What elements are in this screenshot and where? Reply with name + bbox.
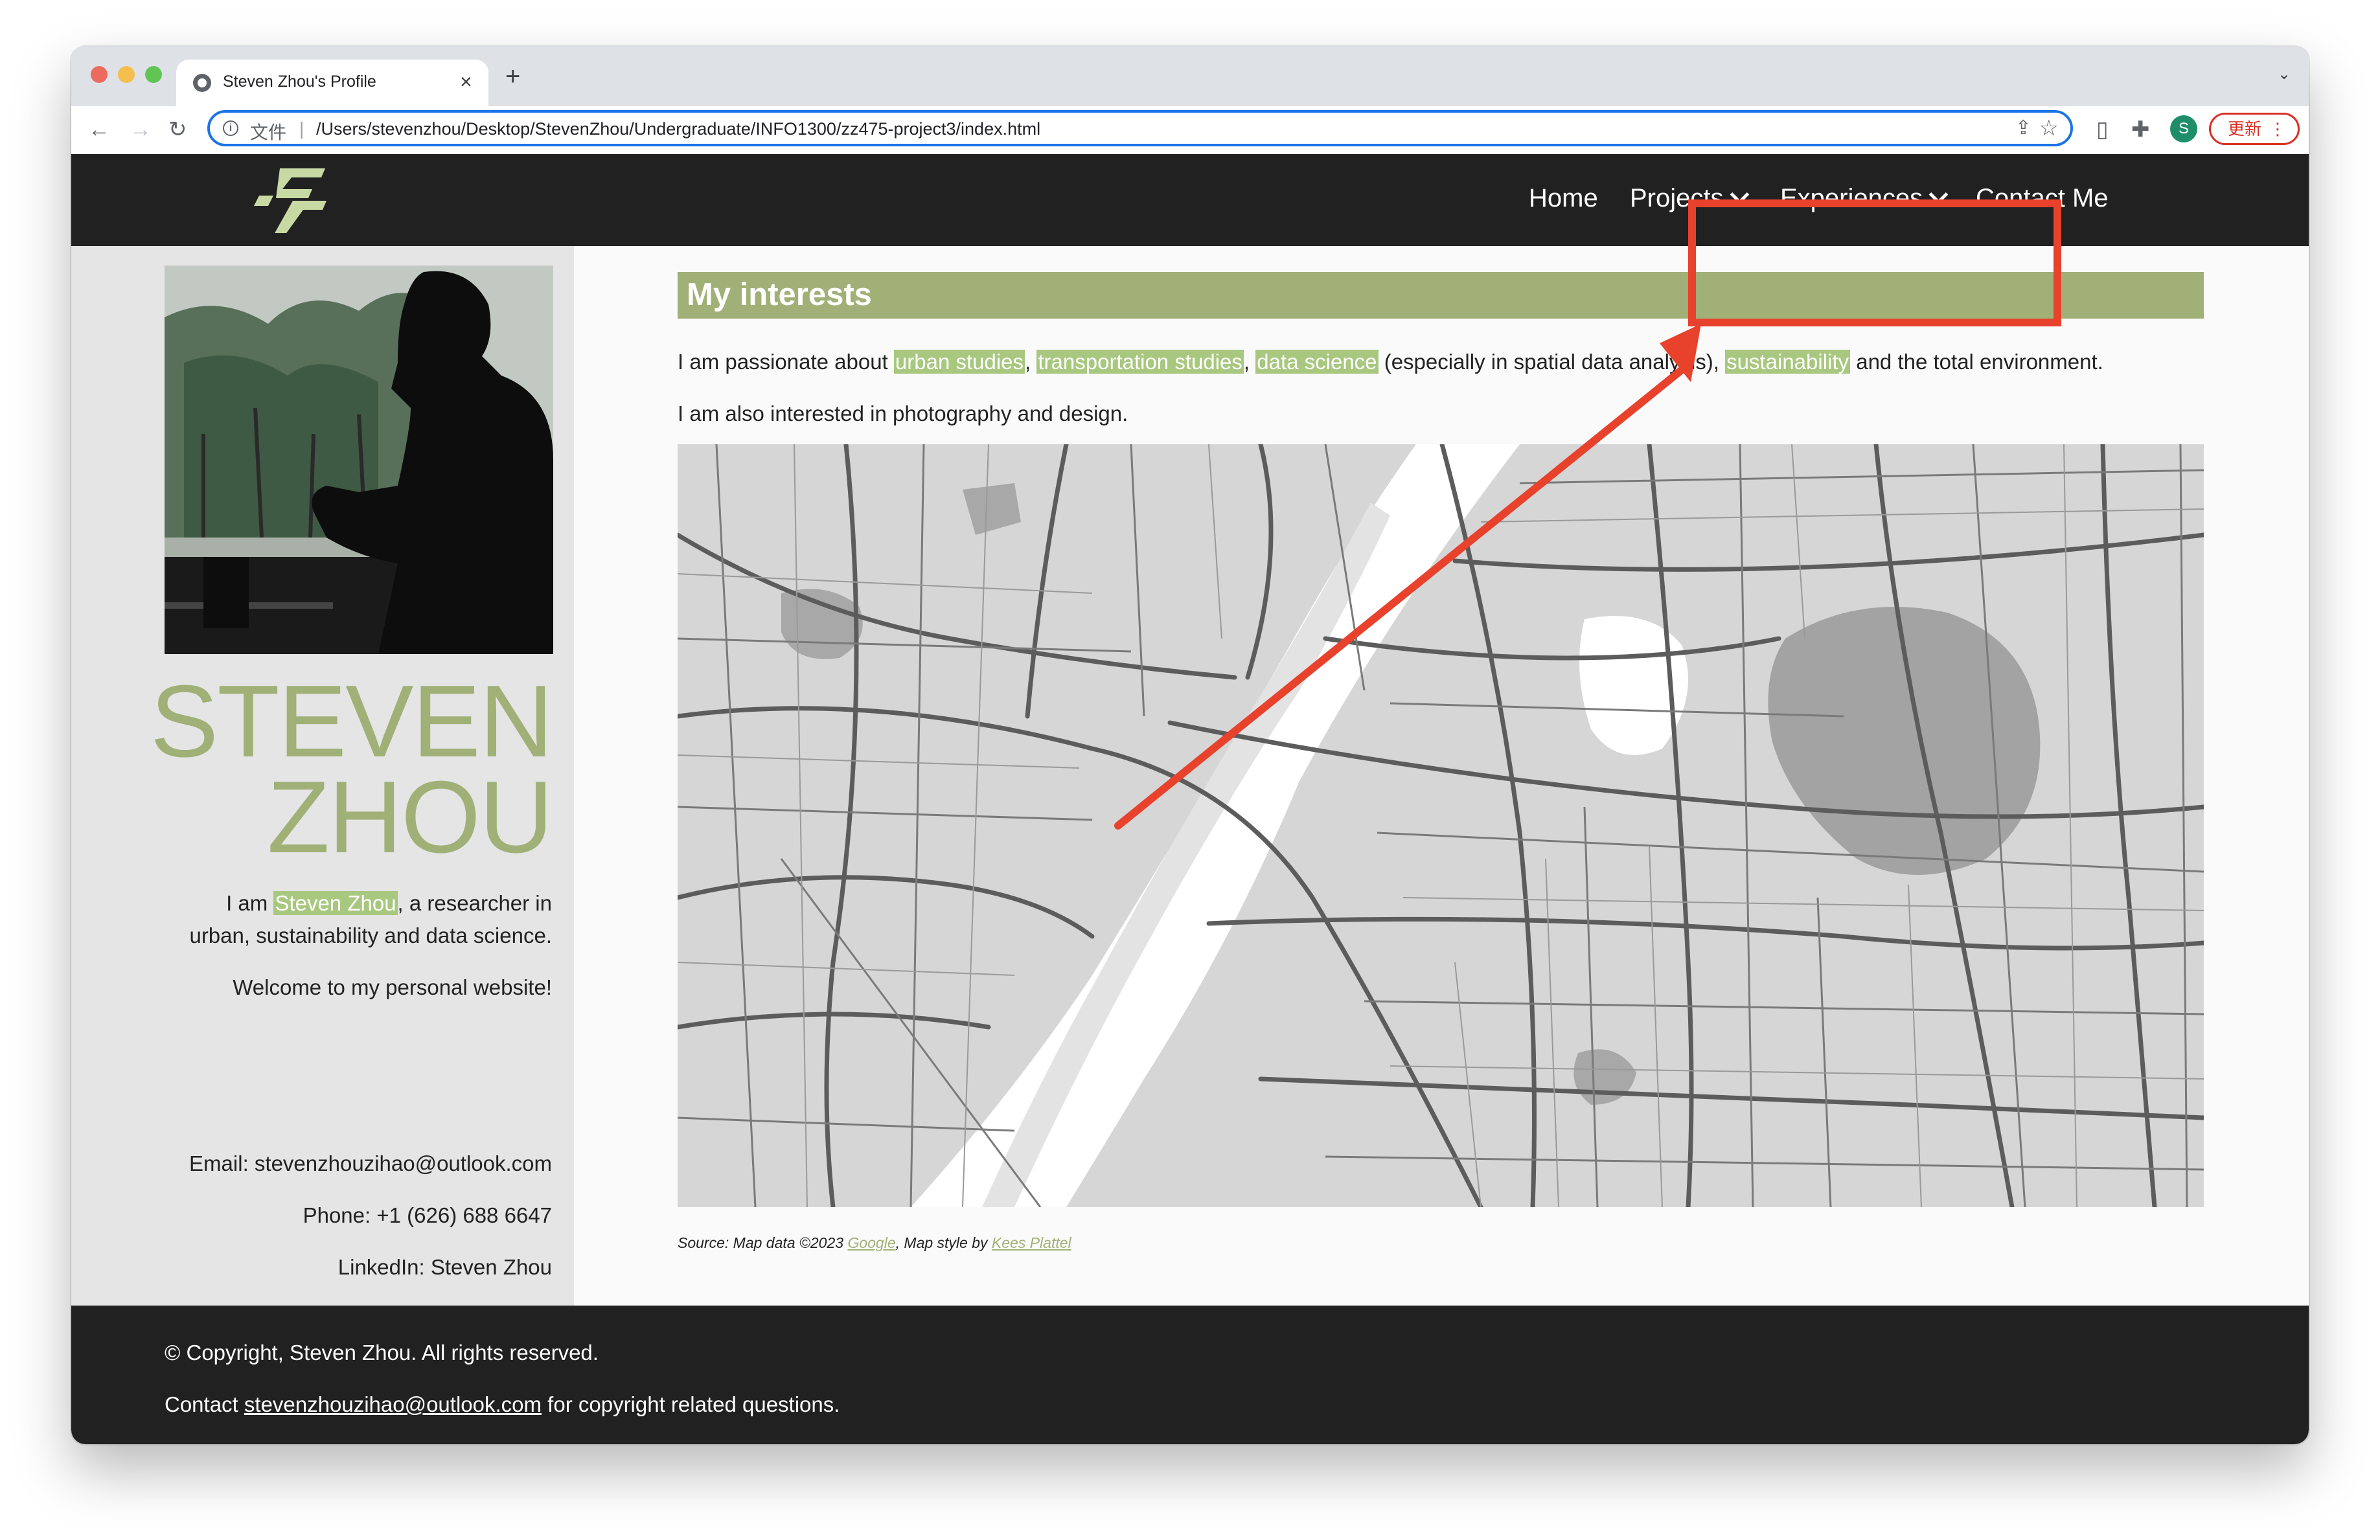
new-tab-button[interactable]: + — [505, 63, 520, 89]
browser-window: Steven Zhou's Profile × + ⌄ ← → ↻ i 文件 |… — [71, 47, 2309, 1444]
url-separator: | — [299, 119, 304, 139]
reload-icon[interactable]: ↻ — [168, 115, 187, 144]
globe-icon — [193, 74, 211, 92]
update-label: 更新 — [2228, 119, 2262, 139]
info-icon[interactable]: i — [223, 120, 238, 136]
web-page: Home Projects Experiences Contact Me STE… — [71, 154, 2309, 1444]
back-icon[interactable]: ← — [88, 115, 110, 144]
tab-title: Steven Zhou's Profile — [223, 73, 376, 91]
profile-icon[interactable]: S — [2170, 115, 2197, 142]
star-icon[interactable]: ☆ — [2039, 115, 2059, 141]
url-text[interactable]: /Users/stevenzhou/Desktop/StevenZhou/Und… — [316, 119, 1040, 139]
minimize-window-button[interactable] — [118, 66, 135, 83]
address-bar[interactable]: i 文件 | /Users/stevenzhou/Desktop/StevenZ… — [207, 110, 2073, 146]
extensions-icon[interactable]: ✚ — [2131, 117, 2150, 142]
update-button[interactable]: 更新 ⋮ — [2209, 113, 2300, 145]
close-window-button[interactable] — [91, 66, 108, 83]
menu-icon[interactable]: ⋮ — [2269, 115, 2286, 143]
tab-bar: Steven Zhou's Profile × + ⌄ — [71, 47, 2309, 106]
maximize-window-button[interactable] — [145, 66, 162, 83]
browser-toolbar: ← → ↻ i 文件 | /Users/stevenzhou/Desktop/S… — [71, 106, 2309, 155]
share-icon[interactable]: ⇪ — [2015, 117, 2031, 139]
annotation-arrow — [1114, 324, 1701, 830]
document-icon[interactable]: ▯ — [2096, 117, 2109, 142]
browser-tab[interactable]: Steven Zhou's Profile × — [176, 60, 488, 106]
forward-icon[interactable]: → — [130, 115, 152, 144]
url-scheme: 文件 — [250, 122, 287, 142]
tab-close-icon[interactable]: × — [460, 69, 472, 95]
tab-search-icon[interactable]: ⌄ — [2278, 65, 2291, 84]
